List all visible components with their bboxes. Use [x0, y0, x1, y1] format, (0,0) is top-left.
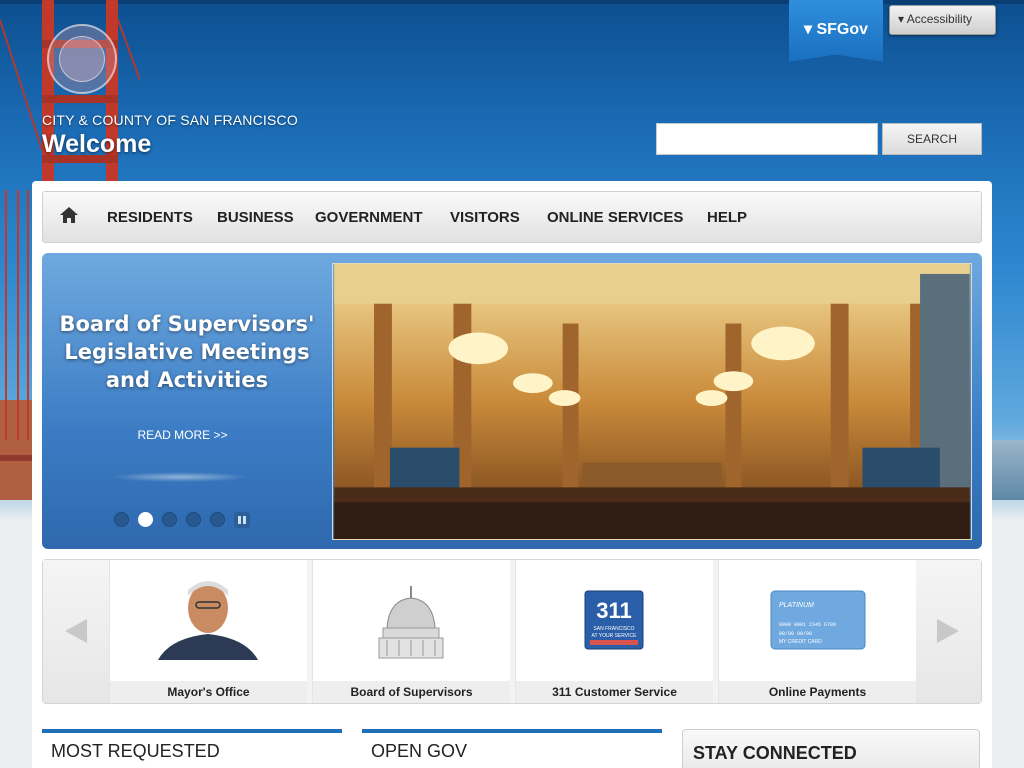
quick-link-label: Board of Supervisors [313, 681, 510, 703]
open-gov-section: OPEN GOV [362, 729, 662, 768]
nav-help[interactable]: HELP [707, 209, 747, 226]
hero-title: Board of Supervisors' Legislative Meetin… [58, 310, 316, 394]
quick-link-label: Mayor's Office [110, 681, 307, 703]
sfgov-dropdown[interactable]: ▾ SFGov [789, 0, 883, 62]
hero-title-line: and Activities [105, 368, 269, 392]
hero-title-line: Board of Supervisors' [59, 312, 315, 336]
hero-glow [110, 472, 250, 482]
most-requested-section: MOST REQUESTED [42, 729, 342, 768]
board-chamber-photo [332, 263, 972, 540]
city-name: CITY & COUNTY OF SAN FRANCISCO [42, 112, 298, 128]
mayor-portrait-image [110, 560, 307, 680]
311-subtitle: AT YOUR SERVICE [592, 633, 638, 639]
section-accent-bar [42, 729, 342, 733]
quick-links-next-button[interactable] [915, 560, 981, 703]
quick-link-label: Online Payments [719, 681, 916, 703]
nav-government[interactable]: GOVERNMENT [315, 209, 423, 226]
credit-card-icon: PLATINUM 0000 0001 2345 6789 00/00 00/00… [719, 560, 916, 680]
quick-link-label: 311 Customer Service [516, 681, 713, 703]
hero-title-line: Legislative Meetings [64, 340, 310, 364]
nav-visitors[interactable]: VISITORS [450, 209, 520, 226]
nav-residents[interactable]: RESIDENTS [107, 209, 193, 226]
city-seal-logo[interactable] [47, 24, 117, 94]
carousel-dot[interactable] [114, 512, 129, 527]
quick-link-311-customer-service[interactable]: 311 SAN FRANCISCO AT YOUR SERVICE 311 Cu… [515, 560, 713, 703]
section-title: OPEN GOV [371, 741, 468, 761]
quick-links-prev-button[interactable] [43, 560, 109, 703]
section-accent-bar [362, 729, 662, 733]
carousel-dot[interactable] [138, 512, 153, 527]
arrow-left-icon [65, 619, 87, 643]
city-hall-dome-image [313, 560, 510, 680]
bay-water-image [992, 440, 1024, 500]
read-more-link[interactable]: READ MORE >> [110, 428, 255, 442]
search-input[interactable] [656, 123, 878, 155]
section-title: STAY CONNECTED [693, 743, 857, 763]
search-button[interactable]: SEARCH [882, 123, 982, 155]
carousel-dot[interactable] [162, 512, 177, 527]
home-icon[interactable] [59, 206, 79, 224]
stay-connected-section: STAY CONNECTED [682, 729, 980, 768]
main-nav: RESIDENTS BUSINESS GOVERNMENT VISITORS O… [42, 191, 982, 243]
quick-link-online-payments[interactable]: PLATINUM 0000 0001 2345 6789 00/00 00/00… [718, 560, 916, 703]
arrow-right-icon [937, 619, 959, 643]
quick-link-mayors-office[interactable]: Mayor's Office [109, 560, 307, 703]
card-brand: PLATINUM [779, 602, 814, 609]
card-number: 0000 0001 2345 6789 [779, 622, 836, 628]
nav-online-services[interactable]: ONLINE SERVICES [547, 209, 683, 226]
311-logo-icon: 311 SAN FRANCISCO AT YOUR SERVICE [516, 560, 713, 680]
nav-business[interactable]: BUSINESS [217, 209, 294, 226]
carousel-dot[interactable] [186, 512, 201, 527]
section-title: MOST REQUESTED [51, 741, 220, 761]
311-number: 311 [596, 598, 632, 623]
pause-icon[interactable] [234, 512, 250, 528]
carousel-dot[interactable] [210, 512, 225, 527]
card-dates: 00/00 00/00 [779, 631, 812, 637]
311-subtitle: SAN FRANCISCO [593, 626, 634, 632]
quick-link-board-of-supervisors[interactable]: Board of Supervisors [312, 560, 510, 703]
card-name: MY CREDIT CARD [779, 639, 822, 645]
accessibility-dropdown[interactable]: ▾ Accessibility [889, 5, 996, 35]
page-title: Welcome [42, 130, 152, 158]
